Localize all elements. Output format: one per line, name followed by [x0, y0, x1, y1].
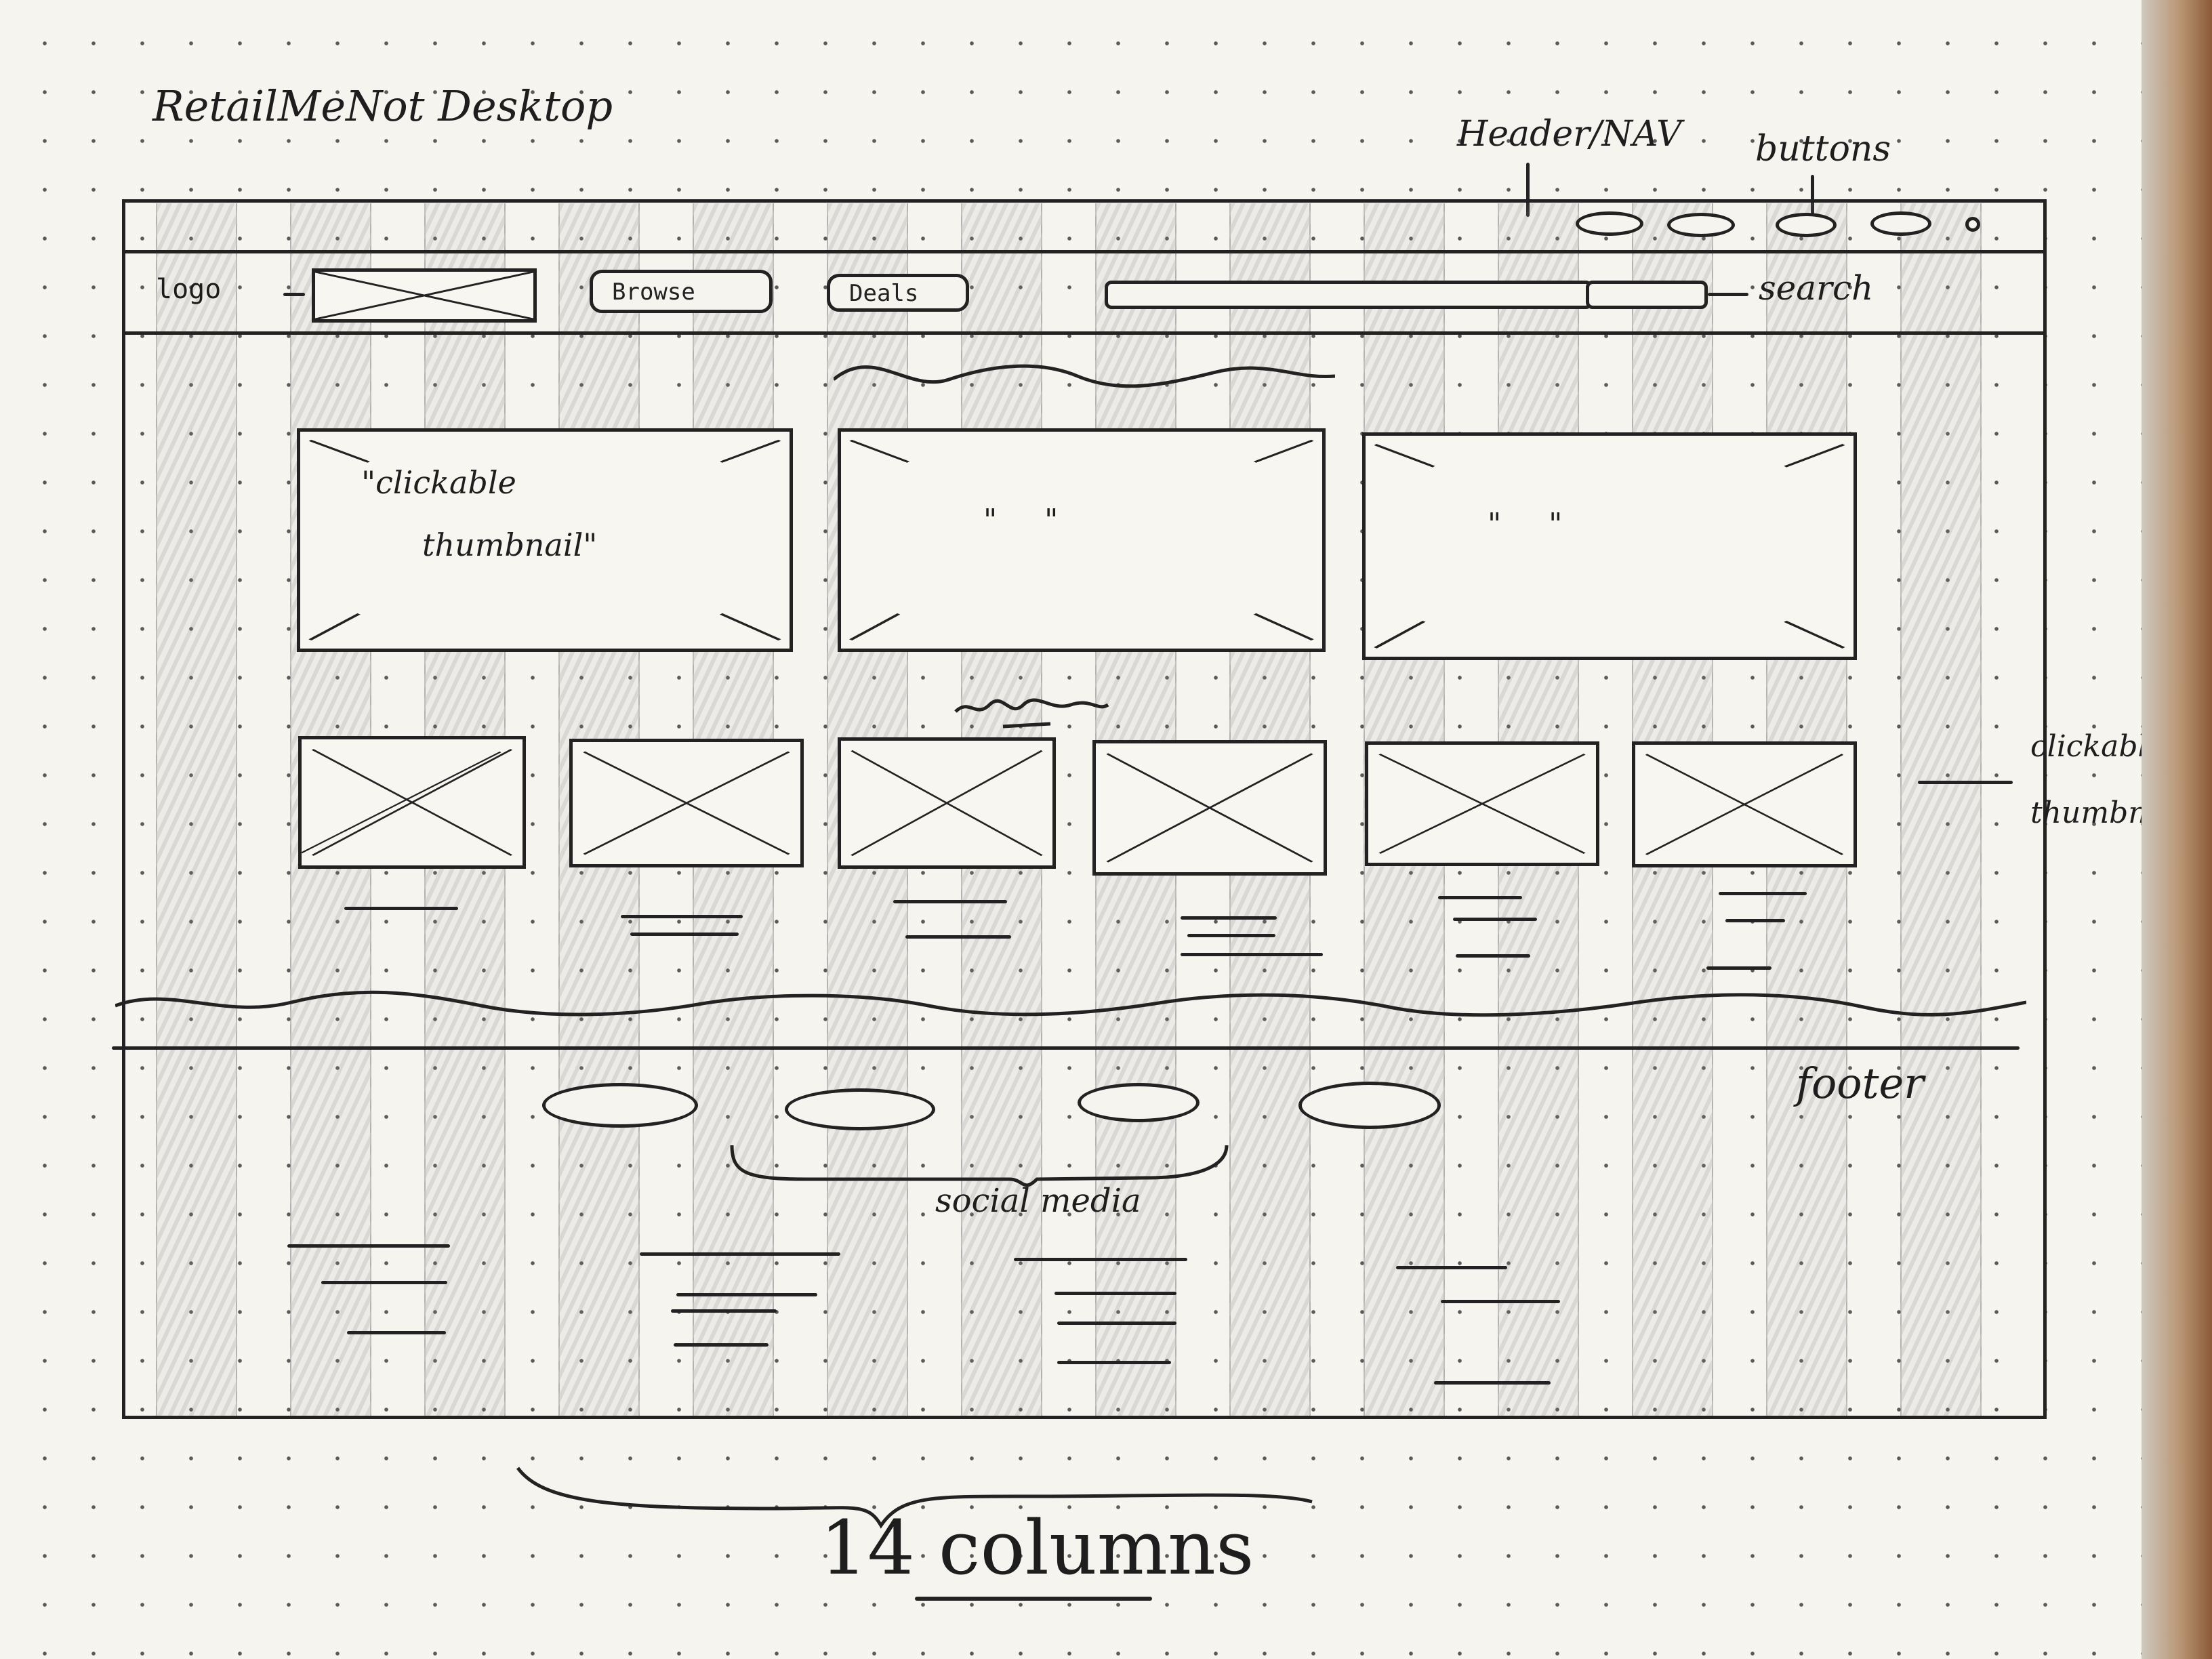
social-media-icon-4[interactable]	[1298, 1082, 1441, 1129]
large-thumbnail-1[interactable]: "clickable thumbnail"	[297, 428, 793, 652]
small-thumbnail-1[interactable]	[298, 736, 526, 869]
notebook-page: RetailMeNot Desktop Header/NAV buttons l…	[0, 0, 2200, 1659]
small-thumbnail-5[interactable]	[1365, 741, 1599, 866]
page-title: RetailMeNot Desktop	[152, 81, 613, 131]
content-cutoff	[115, 990, 2026, 1017]
header-button-1[interactable]	[1576, 211, 1643, 236]
logo-image[interactable]	[312, 268, 537, 323]
header-button-2[interactable]	[1667, 213, 1735, 237]
columns-annotation: 14 columns	[820, 1504, 1254, 1591]
header-nav-annotation: Header/NAV	[1457, 114, 1682, 155]
header-button-5[interactable]	[1965, 217, 1980, 232]
footer-divider	[112, 1046, 2020, 1050]
social-media-annotation: social media	[935, 1182, 1141, 1220]
wood-table	[2142, 0, 2212, 1659]
header-button-4[interactable]	[1870, 211, 1931, 236]
social-media-icon-2[interactable]	[785, 1088, 935, 1130]
logo-label: logo	[156, 274, 222, 305]
search-input[interactable]	[1105, 281, 1593, 309]
footer-annotation: footer	[1796, 1059, 1924, 1108]
browse-button[interactable]: Browse	[590, 270, 773, 313]
small-thumbnail-2[interactable]	[569, 739, 804, 867]
nav-bar: logo Browse Deals	[122, 253, 2047, 335]
header-button-3[interactable]	[1776, 213, 1837, 237]
small-thumbnail-3[interactable]	[838, 737, 1056, 869]
buttons-annotation: buttons	[1755, 129, 1891, 169]
social-media-icon-1[interactable]	[542, 1083, 698, 1128]
header-bar	[122, 199, 2047, 253]
social-media-icon-3[interactable]	[1078, 1083, 1200, 1122]
large-thumbnail-2[interactable]: " "	[838, 428, 1326, 652]
large-thumbnail-3[interactable]: " "	[1362, 432, 1857, 660]
section-heading	[954, 698, 1109, 729]
deals-button[interactable]: Deals	[827, 274, 969, 312]
small-thumbnail-6[interactable]	[1632, 741, 1857, 867]
small-thumbnail-4[interactable]	[1092, 740, 1327, 876]
search-button[interactable]	[1586, 281, 1708, 309]
hero-headline	[834, 364, 1335, 388]
search-annotation: search	[1759, 268, 1874, 308]
